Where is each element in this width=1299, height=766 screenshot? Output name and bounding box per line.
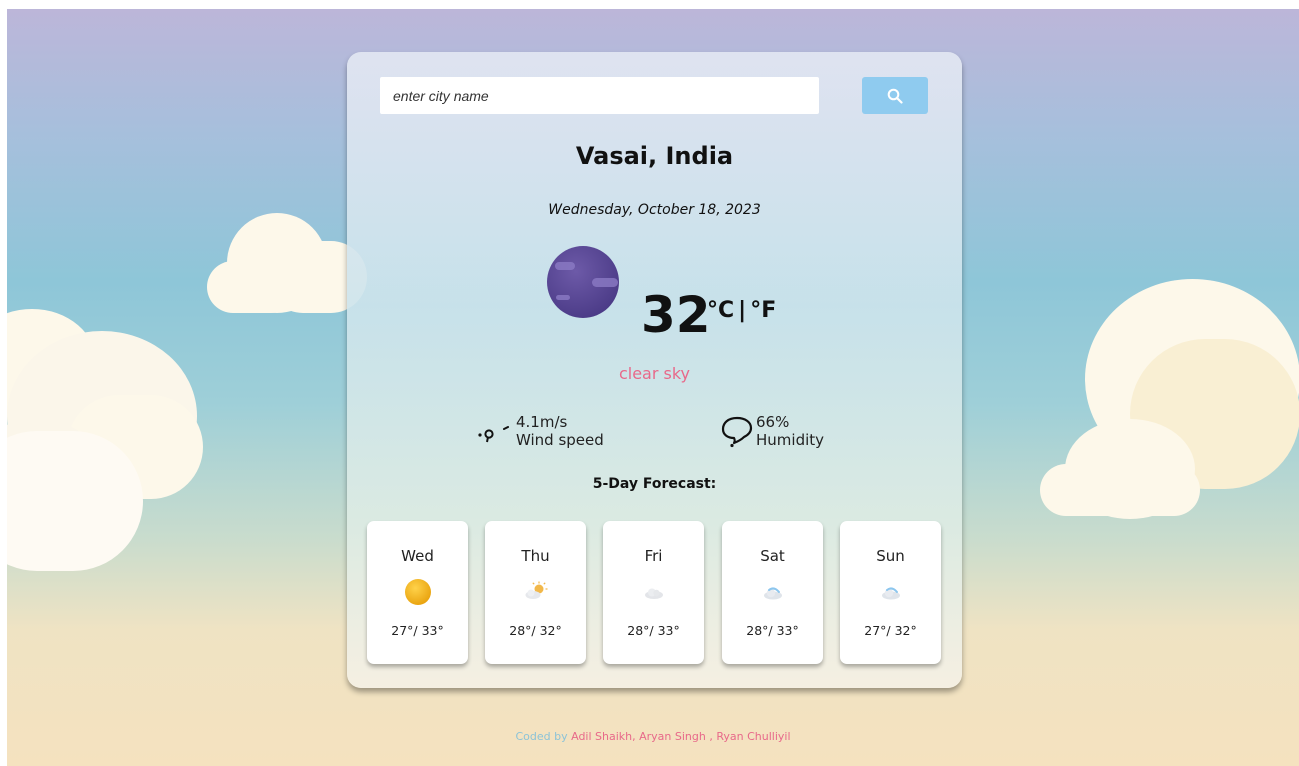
forecast-day-temps: 27°/ 32° bbox=[864, 623, 917, 638]
forecast-day-temps: 28°/ 33° bbox=[746, 623, 799, 638]
background-scene: Vasai, India Wednesday, October 18, 2023… bbox=[7, 9, 1299, 766]
moon-icon bbox=[547, 246, 619, 318]
partly-cloudy-icon bbox=[525, 581, 548, 599]
forecast-day-card: Wed 27°/ 33° bbox=[367, 521, 468, 664]
city-name: Vasai, India bbox=[575, 142, 734, 170]
cloud-decoration-left-bottom bbox=[7, 309, 247, 571]
unit-separator: | bbox=[738, 298, 747, 323]
humidity-value: 66% bbox=[756, 413, 790, 431]
forecast-day-card: Sat 28°/ 33° bbox=[722, 521, 823, 664]
forecast-title: 5-Day Forecast: bbox=[592, 476, 717, 492]
search-button[interactable] bbox=[862, 77, 928, 114]
wind-icon bbox=[478, 426, 509, 443]
humidity-icon bbox=[721, 416, 753, 448]
weather-description: clear sky bbox=[618, 364, 691, 383]
weather-card: Vasai, India Wednesday, October 18, 2023… bbox=[347, 52, 962, 688]
cloud-icon bbox=[882, 587, 900, 600]
wind-stat: 4.1m/s Wind speed bbox=[477, 413, 604, 449]
sun-icon bbox=[405, 579, 431, 605]
wind-value: 4.1m/s bbox=[516, 413, 568, 431]
forecast-day-temps: 27°/ 33° bbox=[391, 623, 444, 638]
search-icon bbox=[887, 88, 903, 104]
wind-label: Wind speed bbox=[516, 431, 604, 449]
cloud-decoration-left-top bbox=[207, 213, 367, 313]
footer-coded-by: Coded by bbox=[515, 730, 568, 743]
forecast-day-card: Fri 28°/ 33° bbox=[603, 521, 704, 664]
footer-credits: Coded by Adil Shaikh, Aryan Singh , Ryan… bbox=[7, 730, 1299, 743]
unit-toggle: °C | °F bbox=[705, 298, 778, 323]
unit-fahrenheit[interactable]: °F bbox=[750, 298, 776, 323]
forecast-day-name: Thu bbox=[521, 547, 550, 565]
current-temperature: 32 bbox=[641, 286, 711, 344]
current-date: Wednesday, October 18, 2023 bbox=[548, 202, 761, 218]
unit-celsius[interactable]: °C bbox=[707, 298, 734, 323]
forecast-day-card: Thu 28°/ 32° bbox=[485, 521, 586, 664]
search-input[interactable] bbox=[380, 77, 819, 114]
footer-authors: Adil Shaikh, Aryan Singh , Ryan Chulliyi… bbox=[571, 730, 791, 743]
forecast-day-temps: 28°/ 32° bbox=[509, 623, 562, 638]
forecast-day-name: Wed bbox=[401, 547, 434, 565]
cloud-icon bbox=[764, 587, 782, 600]
forecast-day-card: Sun 27°/ 32° bbox=[840, 521, 941, 664]
forecast-day-name: Sat bbox=[760, 547, 785, 565]
humidity-label: Humidity bbox=[756, 431, 825, 449]
cloud-decoration-right bbox=[1040, 279, 1299, 519]
forecast-day-name: Sun bbox=[876, 547, 905, 565]
forecast-day-name: Fri bbox=[644, 547, 663, 565]
forecast-day-temps: 28°/ 33° bbox=[627, 623, 680, 638]
cloud-icon bbox=[645, 588, 663, 599]
humidity-stat: 66% Humidity bbox=[720, 413, 824, 449]
